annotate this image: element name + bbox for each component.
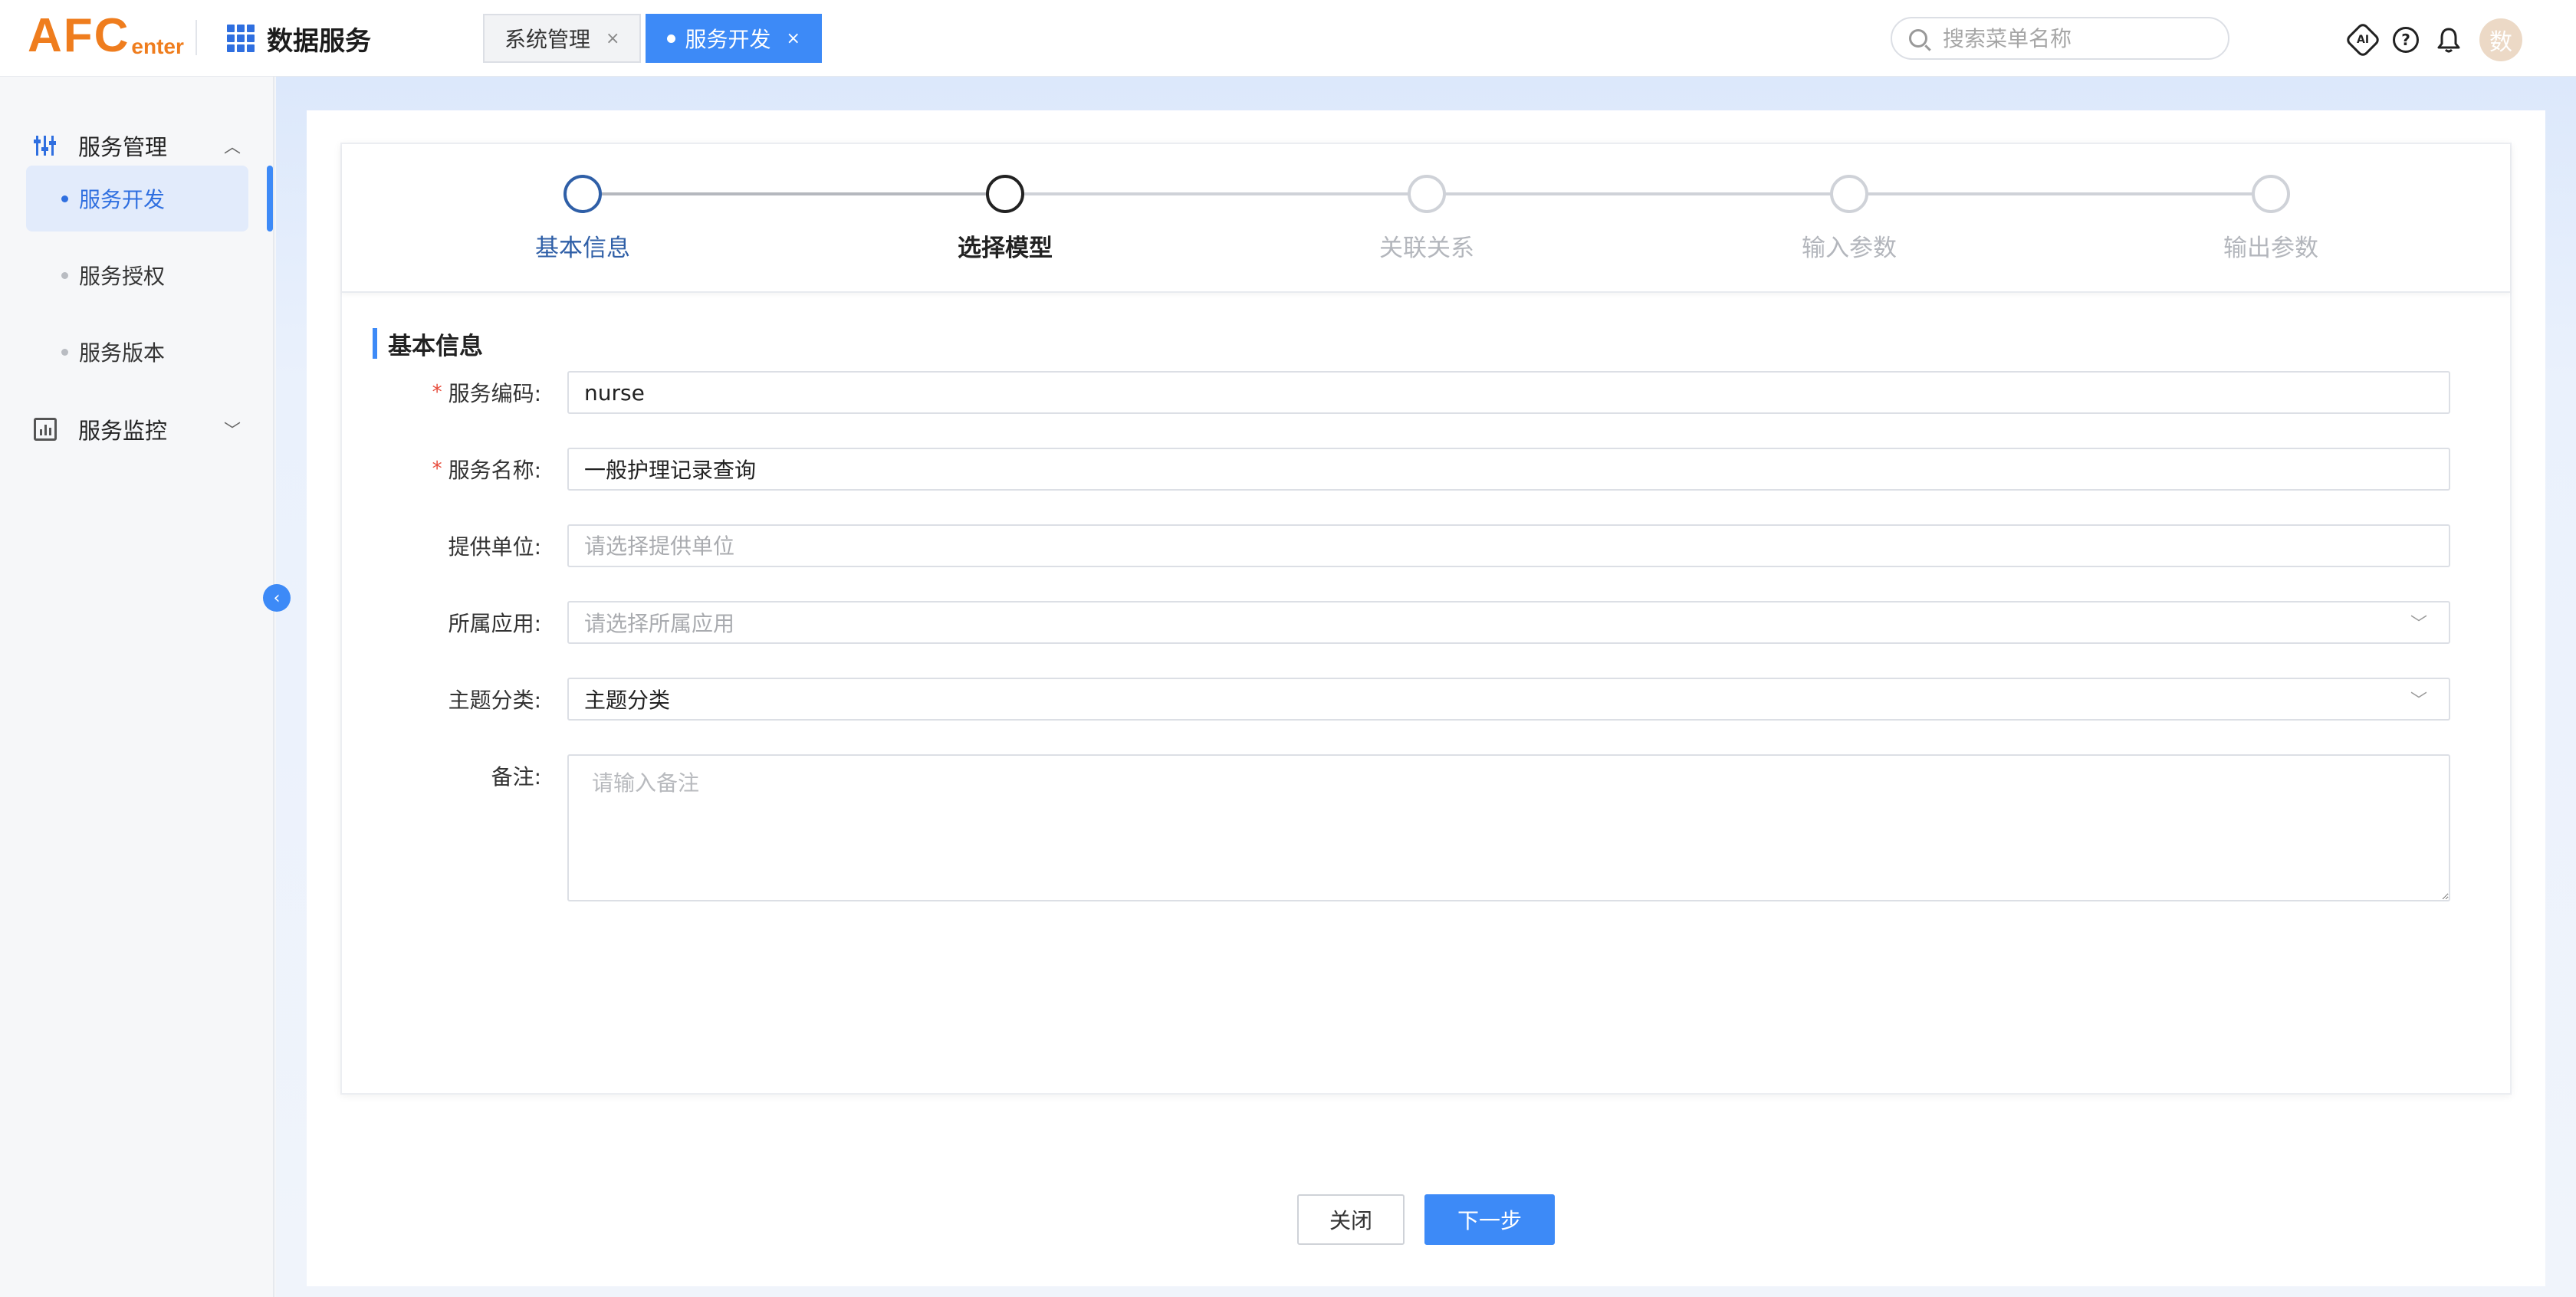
step-label: 输出参数 xyxy=(2223,235,2318,262)
field-label: * 服务名称: xyxy=(432,458,541,483)
sidebar-item-label: 服务开发 xyxy=(79,187,166,212)
tab-label: 服务开发 xyxy=(685,27,771,52)
logo-text-big: AFC xyxy=(28,9,130,62)
field-label: 主题分类: xyxy=(448,688,541,713)
step-label: 基本信息 xyxy=(535,235,630,262)
tab-service-development[interactable]: 服务开发 × xyxy=(646,14,822,63)
open-tabs: 系统管理 × 服务开发 × xyxy=(483,14,826,63)
bullet-icon xyxy=(61,271,68,279)
step-relations[interactable]: 关联关系 xyxy=(1327,175,1526,263)
step-circle xyxy=(1408,175,1446,213)
help-icon: ? xyxy=(2393,27,2419,53)
form-row-service-code: * 服务编码: xyxy=(342,371,2510,414)
notifications-button[interactable] xyxy=(2433,25,2464,55)
step-circle xyxy=(2252,175,2290,213)
chevron-down-icon: ﹀ xyxy=(223,422,241,441)
required-mark: * xyxy=(432,458,442,481)
menu-search[interactable] xyxy=(1891,17,2229,60)
step-circle xyxy=(986,175,1024,213)
step-basic-info[interactable]: 基本信息 xyxy=(483,175,682,263)
chevron-down-icon: ﹀ xyxy=(2410,691,2427,711)
close-icon[interactable]: × xyxy=(606,29,619,48)
form-row-remark: 备注: xyxy=(342,754,2510,901)
form-row-service-name: * 服务名称: xyxy=(342,448,2510,491)
step-select-model[interactable]: 选择模型 xyxy=(905,175,1105,263)
application-select[interactable]: 请选择所属应用 ﹀ xyxy=(567,601,2450,644)
sidebar-group-label: 服务监控 xyxy=(78,418,168,444)
active-dot-icon xyxy=(667,34,676,43)
step-circle xyxy=(1830,175,1868,213)
chevron-up-icon: ︿ xyxy=(223,138,241,157)
user-avatar[interactable]: 数 xyxy=(2479,18,2522,61)
step-label: 输入参数 xyxy=(1802,235,1897,262)
sidebar-collapse-button[interactable]: ‹ xyxy=(263,584,291,612)
afcenter-logo[interactable]: AFC enter xyxy=(28,11,184,60)
next-step-button[interactable]: 下一步 xyxy=(1424,1194,1555,1245)
step-input-params[interactable]: 输入参数 xyxy=(1750,175,1949,263)
logo-text-small: enter xyxy=(131,34,184,58)
bullet-icon xyxy=(61,195,68,202)
step-circle xyxy=(564,175,602,213)
service-name-input[interactable] xyxy=(567,448,2450,491)
provider-input[interactable] xyxy=(567,524,2450,567)
step-label: 关联关系 xyxy=(1379,235,1474,262)
sidebar-item-label: 服务授权 xyxy=(79,264,166,289)
step-output-params[interactable]: 输出参数 xyxy=(2171,175,2371,263)
sidebar-group-service-monitoring[interactable]: 服务监控 ﹀ xyxy=(34,406,241,452)
form-row-provider: 提供单位: xyxy=(342,524,2510,567)
app-title-text: 数据服务 xyxy=(267,25,371,57)
tab-label: 系统管理 xyxy=(504,27,591,52)
close-button[interactable]: 关闭 xyxy=(1297,1194,1405,1245)
field-label: 提供单位: xyxy=(448,534,541,560)
field-label: 备注: xyxy=(491,764,541,790)
sidebar-item-label: 服务版本 xyxy=(79,340,166,366)
header-divider xyxy=(196,20,197,55)
sidebar-item-service-version[interactable]: 服务版本 xyxy=(26,319,248,385)
header-actions: AI ? 数 xyxy=(2344,18,2522,61)
form-row-application: 所属应用: 请选择所属应用 ﹀ xyxy=(342,601,2510,644)
top-header: AFC enter 数据服务 系统管理 × 服务开发 × AI ? xyxy=(0,0,2576,77)
field-label: 所属应用: xyxy=(448,611,541,636)
form-row-topic: 主题分类: 主题分类 ﹀ xyxy=(342,678,2510,721)
sidebar-item-service-authorization[interactable]: 服务授权 xyxy=(26,242,248,308)
service-form-card: 基本信息 选择模型 关联关系 输入参数 输出参数 基本信息 * 服务编码: * xyxy=(340,143,2512,1095)
ai-icon: AI xyxy=(2344,21,2382,59)
remark-textarea[interactable] xyxy=(567,754,2450,901)
chart-icon xyxy=(34,418,57,441)
search-input[interactable] xyxy=(1943,25,2219,51)
sidebar-item-service-development[interactable]: 服务开发 xyxy=(26,166,248,231)
sidebar: 服务管理 ︿ 服务开发 服务授权 服务版本 服务监控 ﹀ xyxy=(0,77,274,1297)
bullet-icon xyxy=(61,348,68,356)
section-title: 基本信息 xyxy=(373,328,483,360)
close-icon[interactable]: × xyxy=(786,29,800,48)
sliders-icon xyxy=(34,134,57,157)
apps-grid-icon xyxy=(227,25,255,52)
steps-bar: 基本信息 选择模型 关联关系 输入参数 输出参数 xyxy=(342,144,2510,293)
step-label: 选择模型 xyxy=(958,235,1053,262)
ai-assistant-button[interactable]: AI xyxy=(2344,21,2382,59)
app-title[interactable]: 数据服务 xyxy=(227,18,371,58)
sidebar-group-service-management[interactable]: 服务管理 ︿ xyxy=(34,123,241,169)
tab-system-management[interactable]: 系统管理 × xyxy=(483,14,642,63)
sidebar-group-label: 服务管理 xyxy=(78,134,168,160)
select-placeholder: 请选择所属应用 xyxy=(584,611,735,636)
search-icon xyxy=(1909,29,1927,48)
field-label: * 服务编码: xyxy=(432,381,541,406)
service-code-input[interactable] xyxy=(567,371,2450,414)
help-button[interactable]: ? xyxy=(2390,25,2421,55)
bell-icon xyxy=(2437,28,2460,53)
active-item-indicator xyxy=(267,166,273,231)
required-mark: * xyxy=(432,381,442,404)
chevron-down-icon: ﹀ xyxy=(2410,615,2427,634)
topic-select[interactable]: 主题分类 ﹀ xyxy=(567,678,2450,721)
select-value: 主题分类 xyxy=(584,688,671,713)
